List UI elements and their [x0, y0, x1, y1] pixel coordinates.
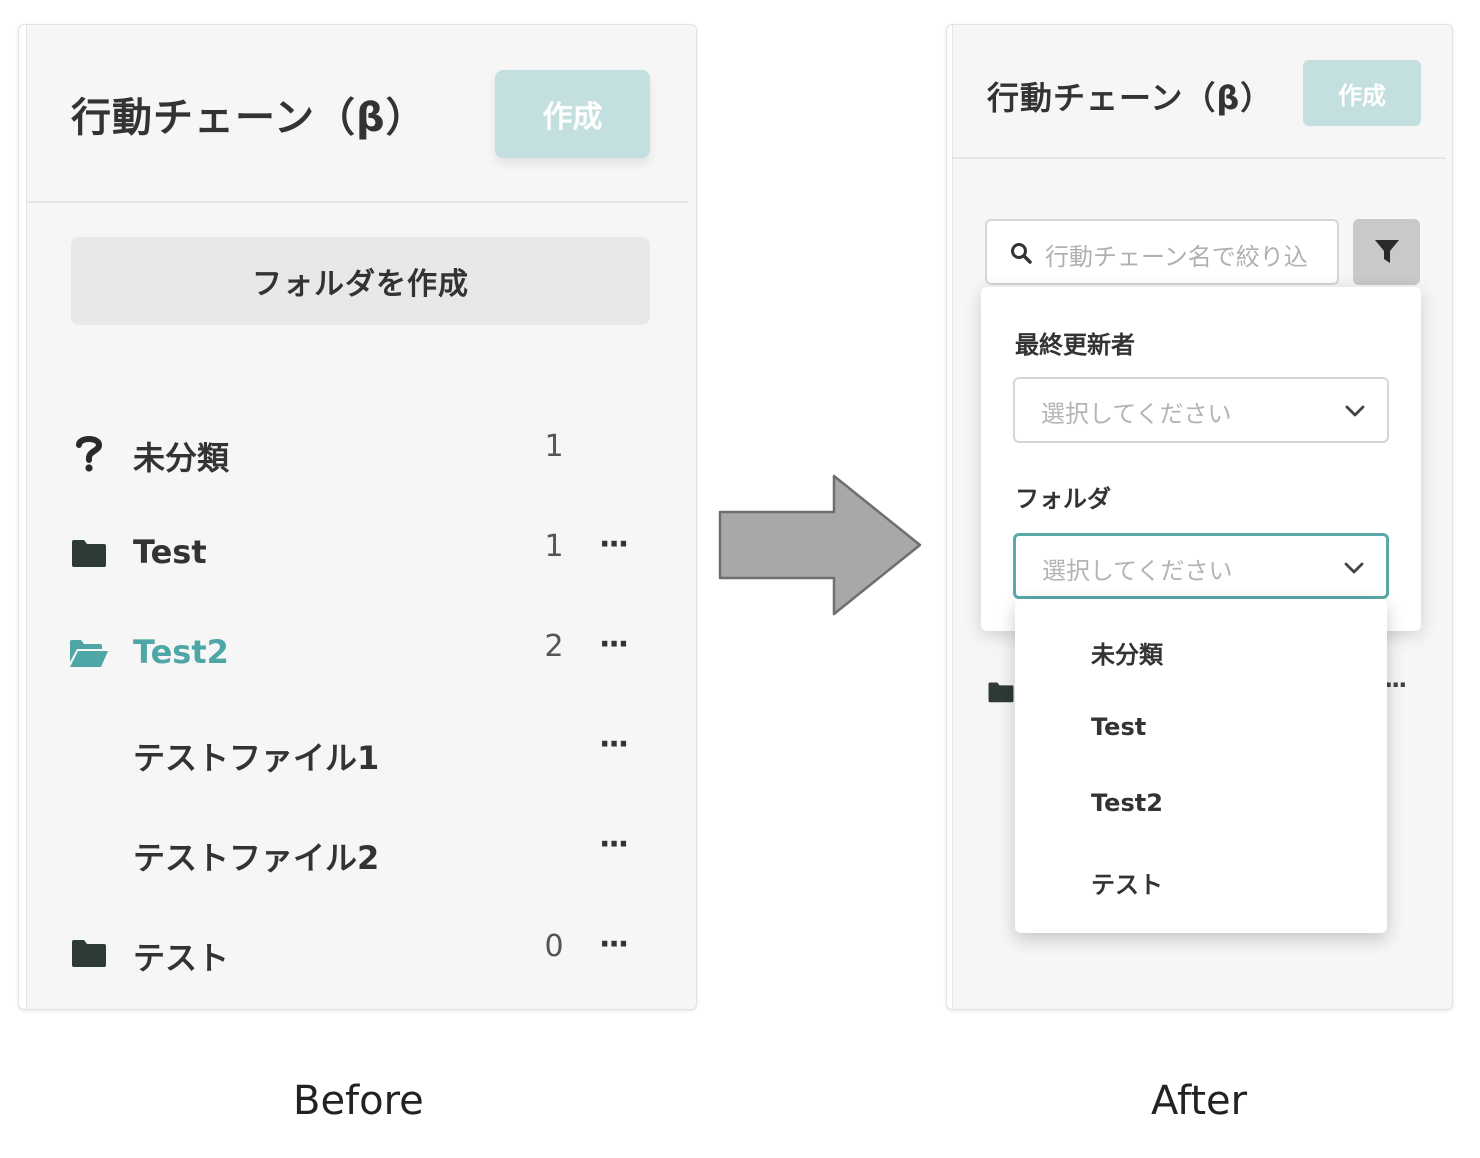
chevron-down-icon	[1344, 562, 1364, 574]
item-count: 1	[544, 429, 564, 464]
list-item-label: テストファイル1	[133, 739, 380, 777]
list-item-uncategorized[interactable]: 未分類 1	[69, 423, 649, 483]
more-options-icon[interactable]: ···	[599, 827, 629, 862]
dropdown-option[interactable]: 未分類	[1091, 635, 1163, 670]
header-divider	[27, 201, 688, 203]
list-item-file[interactable]: テストファイル1 ···	[69, 723, 649, 783]
create-button[interactable]: 作成	[495, 70, 650, 158]
more-options-icon[interactable]: ···	[599, 727, 629, 762]
more-options-icon[interactable]: ···	[1384, 671, 1407, 699]
updater-label: 最終更新者	[1015, 331, 1135, 359]
filter-popover: 最終更新者 選択してください フォルダ 選択してください	[981, 287, 1421, 631]
folder-filter-label: フォルダ	[1015, 485, 1111, 513]
list-item-file[interactable]: テストファイル2 ···	[69, 823, 649, 883]
page-title: 行動チェーン（β）	[71, 95, 427, 141]
create-button[interactable]: 作成	[1303, 60, 1421, 126]
more-options-icon[interactable]: ···	[599, 527, 629, 562]
folder-select[interactable]: 選択してください	[1013, 533, 1389, 599]
list-item-folder-test[interactable]: Test 1 ···	[69, 523, 649, 583]
more-options-icon[interactable]: ···	[599, 927, 629, 962]
search-input[interactable]: 行動チェーン名で絞り込	[985, 219, 1339, 285]
before-caption: Before	[293, 1078, 424, 1124]
dropdown-option[interactable]: Test2	[1091, 789, 1163, 817]
panel-left-edge	[19, 25, 27, 1009]
filter-button[interactable]	[1353, 219, 1420, 285]
after-caption: After	[1151, 1078, 1248, 1124]
before-panel: 行動チェーン（β） 作成 フォルダを作成 未分類 1 Test 1 ··· Te…	[18, 24, 697, 1010]
dropdown-option[interactable]: テスト	[1091, 865, 1163, 900]
panel-left-edge	[947, 25, 953, 1009]
list-item-label: テスト	[133, 939, 230, 977]
item-count: 1	[544, 529, 564, 564]
select-placeholder: 選択してください	[1042, 557, 1233, 585]
search-icon	[1011, 243, 1032, 264]
item-count: 0	[544, 929, 564, 964]
search-placeholder: 行動チェーン名で絞り込	[1045, 243, 1308, 271]
right-arrow-icon	[718, 474, 924, 616]
updater-select[interactable]: 選択してください	[1013, 377, 1389, 443]
filter-icon	[1374, 240, 1399, 263]
create-folder-button[interactable]: フォルダを作成	[71, 237, 650, 325]
folder-dropdown-menu: 未分類 Test Test2 テスト	[1015, 599, 1387, 933]
page-title: 行動チェーン（β）	[987, 79, 1274, 117]
list-item-label: Test2	[133, 633, 229, 671]
folder-icon	[69, 935, 109, 971]
folder-icon	[988, 682, 1014, 703]
list-item-folder-tesuto[interactable]: テスト 0 ···	[69, 923, 649, 983]
after-panel: 行動チェーン（β） 作成 行動チェーン名で絞り込 ··· 最終更新者 選択してく…	[946, 24, 1453, 1010]
chevron-down-icon	[1345, 405, 1365, 417]
list-item-label: Test	[133, 533, 207, 571]
list-item-folder-test2[interactable]: Test2 2 ···	[69, 623, 649, 683]
folder-open-icon	[69, 635, 109, 671]
item-count: 2	[544, 629, 564, 664]
question-icon	[69, 435, 109, 472]
folder-icon	[69, 535, 109, 571]
select-placeholder: 選択してください	[1041, 400, 1232, 428]
header-divider	[953, 157, 1446, 159]
list-item-label: 未分類	[133, 439, 230, 477]
dropdown-option[interactable]: Test	[1091, 713, 1146, 741]
list-item-label: テストファイル2	[133, 839, 380, 877]
more-options-icon[interactable]: ···	[599, 627, 629, 662]
